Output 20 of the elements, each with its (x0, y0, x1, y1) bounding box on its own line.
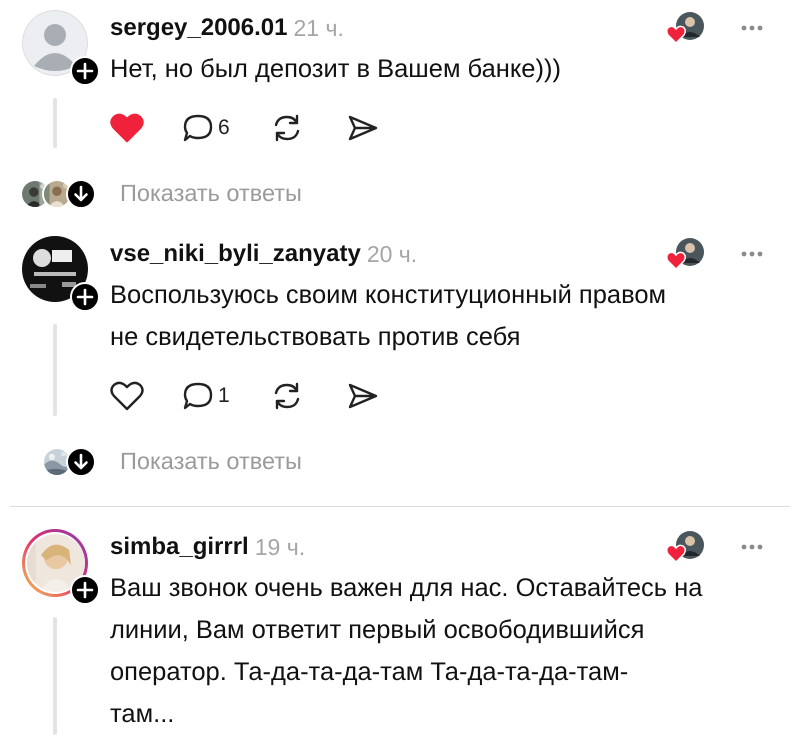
timestamp: 21 ч. (294, 14, 344, 43)
liked-by-author-icon (666, 530, 706, 564)
timestamp: 20 ч. (366, 240, 418, 269)
avatar-placeholder-icon[interactable] (22, 10, 88, 76)
follow-plus-icon[interactable] (70, 282, 100, 312)
username[interactable]: sergey_2006.01 (110, 10, 288, 46)
follow-plus-icon[interactable] (70, 56, 100, 86)
more-icon[interactable] (740, 543, 764, 551)
more-icon[interactable] (740, 24, 764, 32)
username[interactable]: simba_girrrl (110, 529, 249, 565)
username[interactable]: vse_niki_byli_zanyaty (110, 236, 361, 272)
follow-plus-icon[interactable] (70, 575, 100, 605)
comment-text: Нет, но был депозит в Вашем банке))) (110, 54, 562, 85)
comment-text: Ваш звонок очень важен для нас. Оставайтесь на линии, Вам ответит первый освободившийся оператор. Та-да-та-да-там Та-да-та-да-там- там... (110, 573, 704, 730)
comment-text: Воспользуюсь своим конституционный правом не свидетельствовать против себя (110, 280, 668, 353)
like-button[interactable] (110, 381, 144, 411)
timestamp: 19 ч. (254, 532, 306, 562)
more-icon[interactable] (740, 250, 764, 258)
liked-by-author-icon (666, 237, 706, 271)
liked-by-author-icon (666, 11, 706, 45)
